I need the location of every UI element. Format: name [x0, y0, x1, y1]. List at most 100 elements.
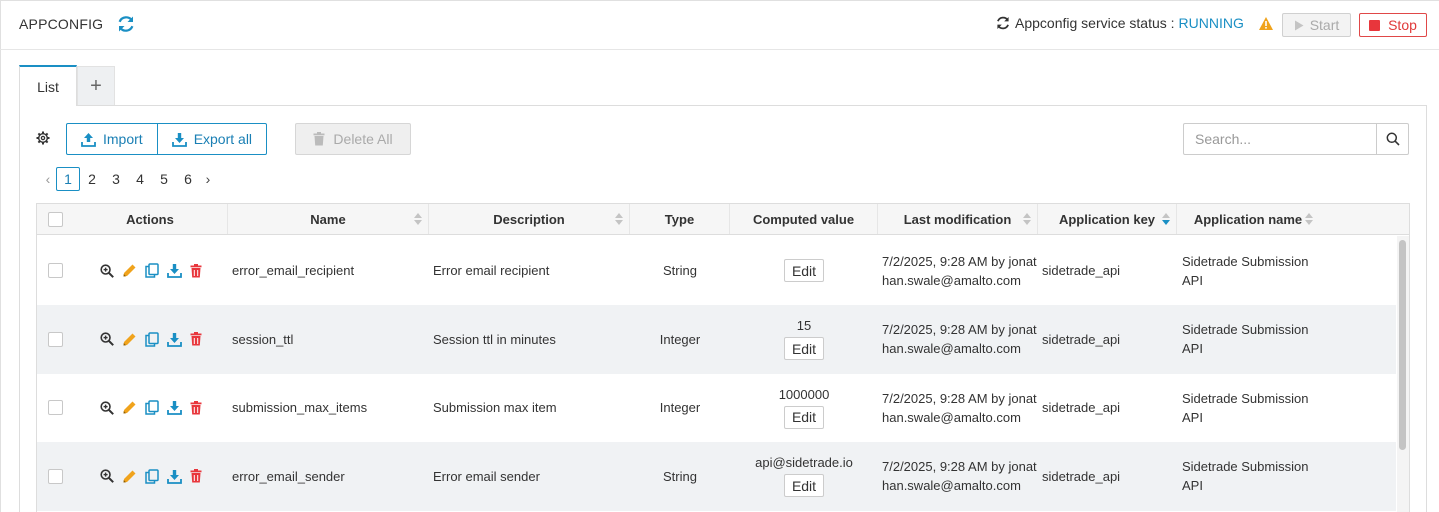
delete-all-label: Delete All — [333, 131, 393, 147]
top-bar: APPCONFIG Appconfig service status : RUN… — [0, 0, 1439, 50]
copy-icon[interactable] — [144, 331, 159, 347]
status-refresh-icon[interactable] — [995, 15, 1011, 31]
upload-icon — [81, 132, 96, 147]
prev-page-button[interactable]: ‹ — [40, 171, 56, 187]
row-checkbox[interactable] — [47, 263, 63, 278]
row-last-modification: 7/2/2025, 9:28 AM by jonathan.swale@amal… — [882, 305, 1040, 374]
row-checkbox[interactable] — [47, 468, 63, 484]
last-modification-text: 7/2/2025, 9:28 AM by jonathan.swale@amal… — [882, 390, 1037, 425]
page-6[interactable]: 6 — [176, 167, 200, 191]
import-button[interactable]: Import — [67, 124, 157, 154]
application-name-text: Sidetrade Submission API — [1182, 253, 1309, 288]
config-table: Actions Name Description Type Computed v… — [36, 203, 1410, 512]
status-label: Appconfig service status : — [1015, 15, 1175, 31]
pencil-icon[interactable] — [122, 332, 137, 347]
page-3[interactable]: 3 — [104, 167, 128, 191]
edit-value-button[interactable]: Edit — [784, 474, 824, 497]
delete-all-button[interactable]: Delete All — [295, 123, 411, 155]
tab-list[interactable]: List — [19, 65, 77, 106]
table-row: submission_max_items Submission max item… — [37, 373, 1396, 442]
col-description-label: Description — [493, 211, 565, 227]
sort-icon — [1023, 213, 1031, 225]
col-name-label: Name — [310, 211, 346, 227]
zoom-icon[interactable] — [99, 332, 114, 346]
trash-icon[interactable] — [190, 469, 202, 483]
copy-icon[interactable] — [144, 468, 159, 484]
gear-icon[interactable] — [36, 131, 50, 145]
export-all-button[interactable]: Export all — [156, 124, 266, 154]
warning-icon — [1259, 17, 1273, 30]
row-checkbox[interactable] — [47, 331, 63, 347]
row-application-key: sidetrade_api — [1042, 468, 1121, 484]
download-icon[interactable] — [166, 400, 182, 415]
edit-value-button[interactable]: Edit — [784, 259, 824, 282]
download-icon[interactable] — [166, 332, 182, 347]
row-application-name: Sidetrade Submission API — [1182, 236, 1322, 305]
search-button[interactable] — [1376, 124, 1408, 154]
copy-icon[interactable] — [144, 400, 159, 415]
row-select-cell — [37, 442, 73, 511]
trash-icon — [313, 132, 325, 146]
row-name: error_email_sender — [232, 468, 345, 484]
zoom-icon[interactable] — [99, 469, 114, 483]
col-application-name-label: Application name — [1193, 211, 1303, 227]
pencil-icon[interactable] — [122, 469, 137, 484]
page-5[interactable]: 5 — [152, 167, 176, 191]
trash-icon[interactable] — [190, 400, 202, 415]
edit-value-button[interactable]: Edit — [784, 405, 824, 429]
page-1[interactable]: 1 — [56, 167, 80, 191]
pencil-icon[interactable] — [122, 263, 137, 278]
stop-label: Stop — [1388, 17, 1417, 33]
search-icon — [1386, 132, 1400, 146]
page-4[interactable]: 4 — [128, 167, 152, 191]
download-icon[interactable] — [166, 263, 182, 278]
last-modification-text: 7/2/2025, 9:28 AM by jonathan.swale@amal… — [882, 253, 1037, 288]
col-last-modification[interactable]: Last modification — [878, 204, 1038, 234]
col-type: Type — [630, 204, 730, 234]
row-computed-value: 1000000 Edit — [730, 373, 878, 442]
refresh-icon[interactable] — [116, 14, 136, 34]
tab-add[interactable]: + — [77, 66, 115, 105]
row-application-name: Sidetrade Submission API — [1182, 305, 1322, 374]
row-computed-value: Edit — [730, 236, 878, 305]
trash-icon[interactable] — [190, 332, 202, 346]
row-type: String — [663, 468, 697, 484]
stop-icon — [1369, 19, 1381, 31]
table-scroll-thumb[interactable] — [1399, 240, 1406, 450]
edit-value-button[interactable]: Edit — [784, 337, 824, 360]
col-application-key[interactable]: Application key — [1038, 204, 1177, 234]
trash-icon[interactable] — [190, 263, 202, 278]
start-button[interactable]: Start — [1282, 13, 1351, 37]
row-select-cell — [37, 373, 73, 442]
row-name: submission_max_items — [232, 400, 368, 415]
select-all-checkbox[interactable] — [47, 211, 63, 227]
computed-value-text: api@sidetrade.io — [755, 455, 853, 470]
last-modification-text: 7/2/2025, 9:28 AM by jonathan.swale@amal… — [882, 322, 1037, 356]
page-2[interactable]: 2 — [80, 167, 104, 191]
page-title: APPCONFIG — [19, 16, 104, 32]
col-name[interactable]: Name — [228, 204, 429, 234]
col-description[interactable]: Description — [429, 204, 630, 234]
search-input[interactable] — [1184, 124, 1376, 154]
row-checkbox[interactable] — [47, 400, 63, 415]
row-computed-value: api@sidetrade.io Edit — [730, 442, 878, 511]
next-page-button[interactable]: › — [200, 171, 216, 187]
download-icon[interactable] — [166, 469, 182, 484]
pagination: ‹ 1 2 3 4 5 6 › — [40, 167, 216, 191]
pencil-icon[interactable] — [122, 400, 137, 415]
table-header: Actions Name Description Type Computed v… — [37, 204, 1409, 235]
import-label: Import — [103, 131, 143, 147]
zoom-icon[interactable] — [99, 263, 114, 278]
row-last-modification: 7/2/2025, 9:28 AM by jonathan.swale@amal… — [882, 236, 1040, 305]
copy-icon[interactable] — [144, 263, 159, 278]
row-computed-value: 15 Edit — [730, 305, 878, 374]
stop-button[interactable]: Stop — [1359, 13, 1427, 37]
row-description: Session ttl in minutes — [433, 331, 556, 347]
row-application-key: sidetrade_api — [1042, 331, 1121, 347]
table-row: error_email_recipient Error email recipi… — [37, 236, 1396, 305]
sort-icon — [1305, 213, 1313, 225]
col-application-name[interactable]: Application name — [1177, 204, 1319, 234]
zoom-icon[interactable] — [99, 400, 114, 415]
row-type: String — [663, 263, 697, 278]
row-select-cell — [37, 236, 73, 305]
